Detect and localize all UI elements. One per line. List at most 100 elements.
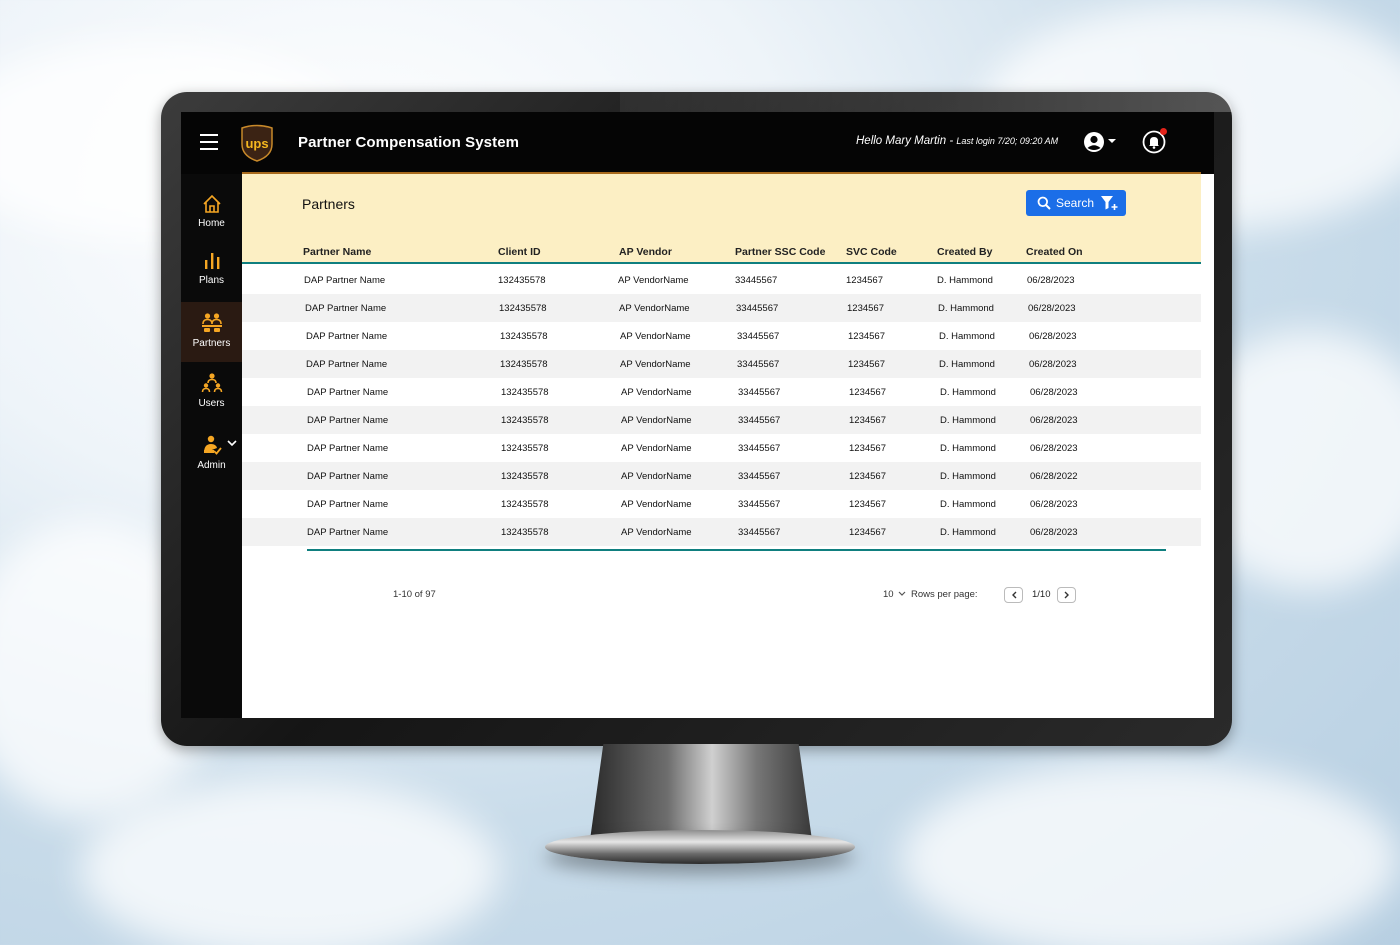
- notification-dot: [1160, 128, 1167, 135]
- rows-per-page-value: 10: [883, 589, 894, 600]
- search-button-label: Search: [1056, 196, 1095, 210]
- cell-ap-vendor: AP VendorName: [621, 415, 692, 426]
- column-header-partner-name[interactable]: Partner Name: [303, 246, 371, 258]
- sidebar-item-plans[interactable]: Plans: [181, 251, 242, 301]
- rows-per-page-select[interactable]: 10: [883, 589, 906, 600]
- cell-ap-vendor: AP VendorName: [621, 527, 692, 538]
- greeting-separator: -: [949, 135, 954, 147]
- page-header: Partners Search Partner Name Client ID A…: [242, 174, 1201, 264]
- cell-partner-name: DAP Partner Name: [307, 415, 389, 426]
- cell-created-on: 06/28/2023: [1030, 387, 1078, 398]
- cell-partner-ssc-code: 33445567: [738, 471, 781, 482]
- cell-partner-name: DAP Partner Name: [306, 331, 388, 342]
- cell-created-by: D. Hammond: [940, 471, 996, 482]
- svg-text:ups: ups: [245, 136, 268, 151]
- cell-created-on: 06/28/2023: [1030, 415, 1078, 426]
- cell-partner-name: DAP Partner Name: [307, 387, 389, 398]
- table-row[interactable]: DAP Partner Name 132435578 AP VendorName…: [242, 294, 1201, 322]
- table-row[interactable]: DAP Partner Name 132435578 AP VendorName…: [242, 350, 1201, 378]
- cell-ap-vendor: AP VendorName: [621, 443, 692, 454]
- cell-partner-name: DAP Partner Name: [304, 275, 386, 286]
- column-header-created-by[interactable]: Created By: [937, 246, 992, 258]
- admin-icon: [203, 435, 222, 455]
- cell-created-by: D. Hammond: [940, 499, 996, 510]
- cell-client-id: 132435578: [500, 359, 548, 370]
- chevron-left-icon: [1011, 591, 1016, 599]
- column-header-created-on[interactable]: Created On: [1026, 246, 1083, 258]
- cell-partner-ssc-code: 33445567: [735, 275, 778, 286]
- table-row[interactable]: DAP Partner Name 132435578 AP VendorName…: [242, 434, 1201, 462]
- user-avatar-icon: [1084, 132, 1104, 152]
- sidebar-item-label: Admin: [197, 460, 226, 471]
- cell-partner-ssc-code: 33445567: [738, 415, 781, 426]
- cell-created-by: D. Hammond: [940, 527, 996, 538]
- cell-created-on: 06/28/2023: [1030, 443, 1078, 454]
- cell-svc-code: 1234567: [849, 527, 886, 538]
- sidebar-item-label: Partners: [192, 338, 231, 349]
- table-row[interactable]: DAP Partner Name 132435578 AP VendorName…: [242, 266, 1201, 294]
- cell-created-by: D. Hammond: [940, 443, 996, 454]
- cell-partner-name: DAP Partner Name: [306, 359, 388, 370]
- sidebar-item-label: Users: [198, 398, 225, 409]
- column-header-partner-ssc-code[interactable]: Partner SSC Code: [735, 246, 825, 258]
- table-row[interactable]: DAP Partner Name 132435578 AP VendorName…: [242, 322, 1201, 350]
- cloud: [900, 760, 1400, 945]
- monitor-stand-base: [545, 830, 855, 864]
- add-filter-icon: [1101, 196, 1118, 210]
- cell-ap-vendor: AP VendorName: [621, 499, 692, 510]
- search-button[interactable]: Search: [1026, 190, 1126, 216]
- cell-partner-ssc-code: 33445567: [737, 331, 780, 342]
- cell-client-id: 132435578: [501, 387, 549, 398]
- cell-created-by: D. Hammond: [938, 303, 994, 314]
- table-row[interactable]: DAP Partner Name 132435578 AP VendorName…: [242, 518, 1201, 546]
- chevron-down-icon: [898, 591, 906, 596]
- cell-partner-ssc-code: 33445567: [738, 527, 781, 538]
- table-row[interactable]: DAP Partner Name 132435578 AP VendorName…: [242, 378, 1201, 406]
- cell-client-id: 132435578: [499, 303, 547, 314]
- cell-created-on: 06/28/2023: [1029, 331, 1077, 342]
- cell-partner-name: DAP Partner Name: [307, 471, 389, 482]
- cell-created-by: D. Hammond: [939, 359, 995, 370]
- sidebar-item-home[interactable]: Home: [181, 194, 242, 244]
- sidebar-item-admin[interactable]: Admin: [181, 434, 242, 486]
- cell-partner-ssc-code: 33445567: [737, 359, 780, 370]
- top-bar: ups Partner Compensation System Hello Ma…: [181, 112, 1214, 174]
- cell-created-on: 06/28/2023: [1028, 303, 1076, 314]
- notifications-button[interactable]: [1142, 128, 1167, 154]
- sidebar-item-label: Home: [198, 218, 225, 229]
- sidebar-item-users[interactable]: Users: [181, 372, 242, 424]
- chevron-right-icon: [1064, 591, 1069, 599]
- sidebar-item-partners[interactable]: Partners: [181, 302, 242, 362]
- cell-svc-code: 1234567: [849, 443, 886, 454]
- user-account-menu[interactable]: [1083, 131, 1119, 155]
- home-icon: [202, 194, 221, 213]
- column-header-client-id[interactable]: Client ID: [498, 246, 541, 258]
- cell-created-by: D. Hammond: [939, 331, 995, 342]
- cell-created-on: 06/28/2023: [1030, 527, 1078, 538]
- cell-client-id: 132435578: [498, 275, 546, 286]
- table-row[interactable]: DAP Partner Name 132435578 AP VendorName…: [242, 406, 1201, 434]
- table-row[interactable]: DAP Partner Name 132435578 AP VendorName…: [242, 462, 1201, 490]
- cell-ap-vendor: AP VendorName: [621, 471, 692, 482]
- partners-icon: [201, 313, 222, 332]
- cell-created-by: D. Hammond: [937, 275, 993, 286]
- cell-client-id: 132435578: [501, 443, 549, 454]
- page-title: Partners: [302, 196, 355, 212]
- previous-page-button[interactable]: [1004, 587, 1023, 603]
- next-page-button[interactable]: [1057, 587, 1076, 603]
- cell-client-id: 132435578: [501, 415, 549, 426]
- cell-svc-code: 1234567: [846, 275, 883, 286]
- cell-client-id: 132435578: [500, 331, 548, 342]
- sidebar: Home Plans Partners Users Admin: [181, 174, 242, 718]
- cell-partner-ssc-code: 33445567: [738, 499, 781, 510]
- partners-table: DAP Partner Name 132435578 AP VendorName…: [242, 266, 1201, 546]
- table-row[interactable]: DAP Partner Name 132435578 AP VendorName…: [242, 490, 1201, 518]
- column-header-ap-vendor[interactable]: AP Vendor: [619, 246, 672, 258]
- last-login-text: Last login 7/20; 09:20 AM: [956, 136, 1059, 146]
- bar-chart-icon: [204, 253, 219, 269]
- search-icon: [1037, 196, 1051, 210]
- hamburger-menu-icon[interactable]: [200, 134, 218, 150]
- cell-partner-name: DAP Partner Name: [305, 303, 387, 314]
- cell-partner-ssc-code: 33445567: [738, 443, 781, 454]
- column-header-svc-code[interactable]: SVC Code: [846, 246, 897, 258]
